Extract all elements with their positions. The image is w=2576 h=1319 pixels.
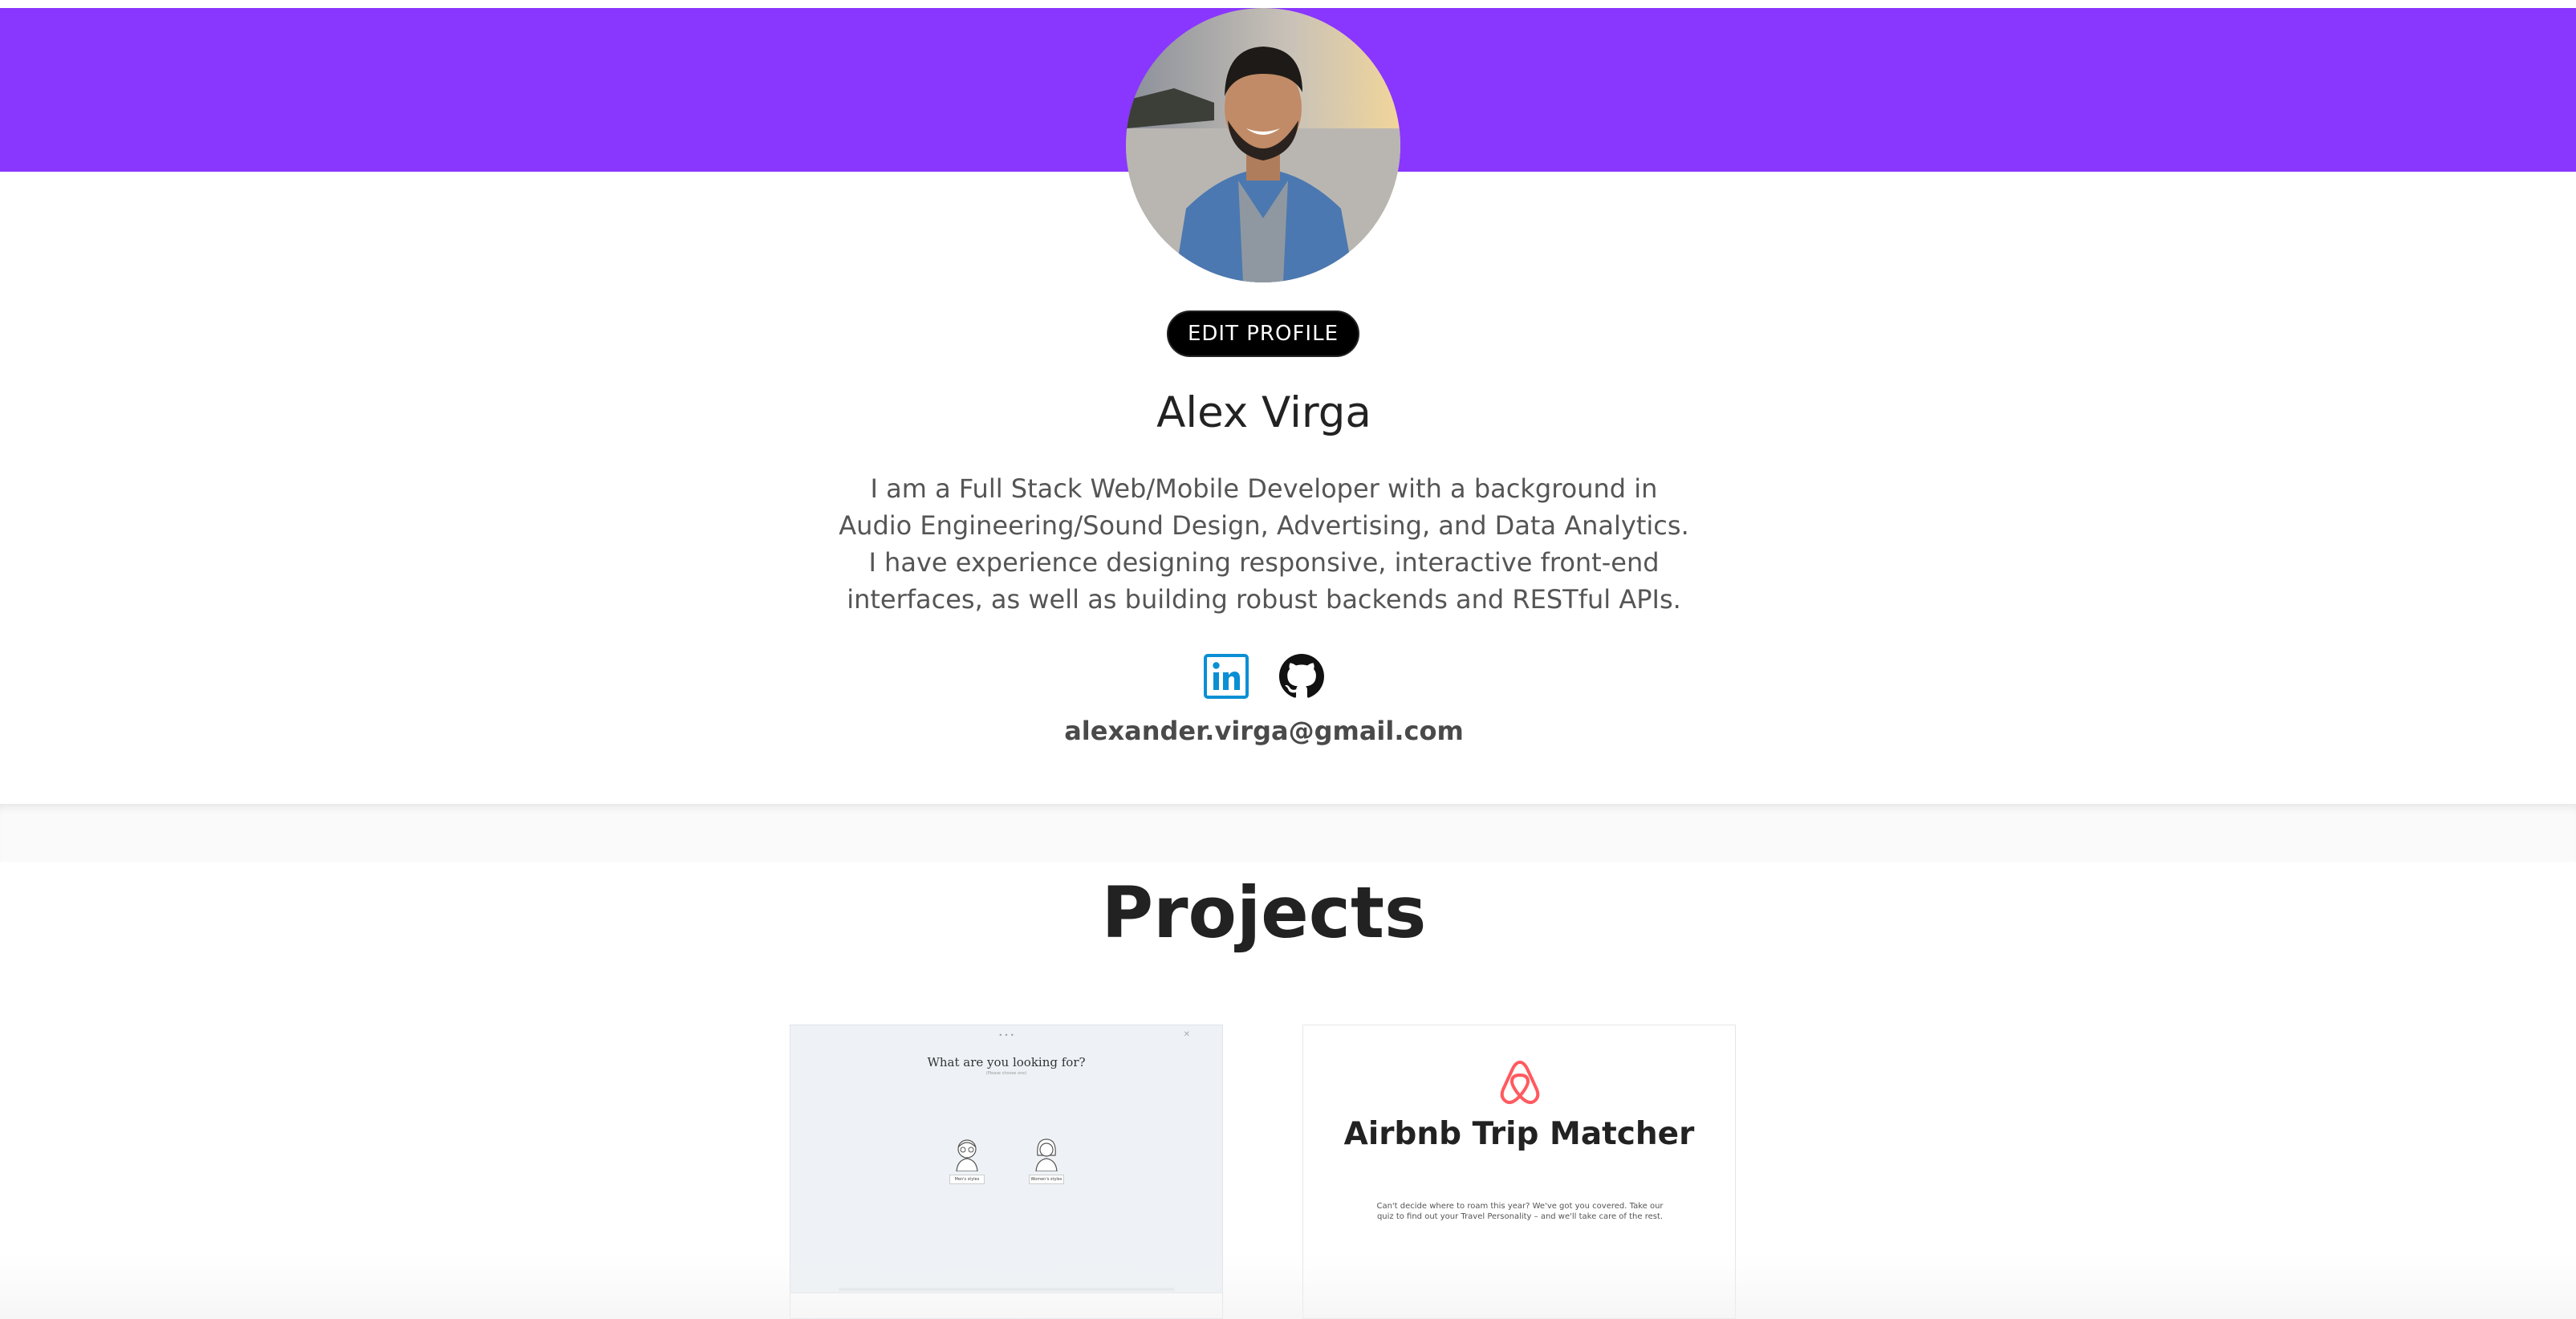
card-footer [790,1293,1222,1318]
avatar [1126,8,1400,282]
profile-name: Alex Virga [1156,388,1371,437]
option-womens-styles: Women's styles [1029,1136,1064,1192]
option-label: Women's styles [1029,1175,1064,1184]
profile-email[interactable]: alexander.virga@gmail.com [991,716,1537,746]
project-card-airbnb[interactable]: Airbnb Trip Matcher Can't decide where t… [1302,1025,1736,1319]
woman-illustration-icon [1035,1138,1058,1171]
projects-heading: Projects [1101,871,1427,954]
quiz-subtitle: (Please choose one) [985,1071,1027,1076]
option-mens-styles: Men's styles [949,1136,985,1192]
profile-bio: I am a Full Stack Web/Mobile Developer w… [839,473,1689,615]
airbnb-card-description: Can't decide where to roam this year? We… [1376,1202,1664,1221]
linkedin-icon [1204,654,1249,699]
airbnb-card-title: Airbnb Trip Matcher [1343,1116,1695,1152]
project-card-quiz[interactable]: • • • ✕ What are you looking for? (Pleas… [790,1025,1223,1319]
social-links [1204,654,1324,700]
edit-profile-button[interactable]: EDIT PROFILE [1167,310,1359,357]
github-link[interactable] [1279,654,1324,700]
quiz-question: What are you looking for? [927,1055,1086,1069]
close-icon: ✕ [1183,1030,1190,1039]
bottom-fade [0,1255,2576,1319]
linkedin-link[interactable] [1204,654,1249,700]
section-divider [0,804,2576,862]
option-label: Men's styles [949,1175,985,1184]
airbnb-logo-icon [1500,1061,1540,1105]
card-scroll-line [839,1288,1174,1291]
github-icon [1279,654,1324,698]
man-illustration-icon [956,1139,978,1171]
top-strip [0,0,2576,8]
card-header-dots: • • • [998,1032,1014,1039]
avatar-photo [1126,8,1400,282]
